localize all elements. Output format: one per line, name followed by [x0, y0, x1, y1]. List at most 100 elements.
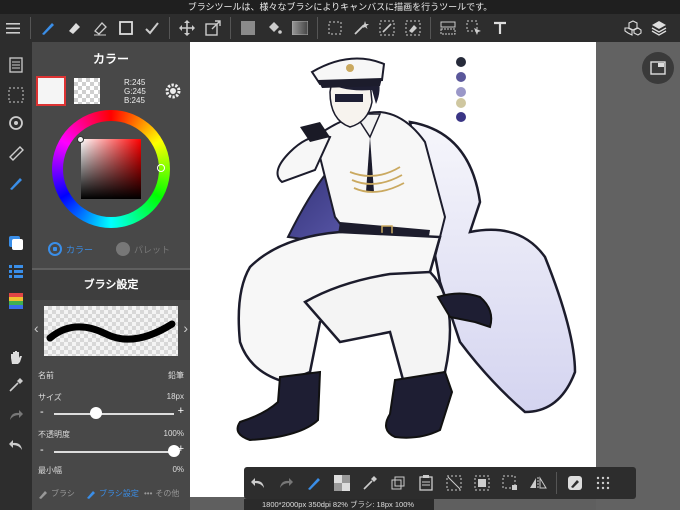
sv-handle[interactable]: [77, 136, 84, 143]
brush-size-value: 18px: [166, 392, 184, 401]
brush-panel-title: ブラシ設定: [32, 270, 190, 300]
gradient-icon[interactable]: [287, 14, 313, 42]
color-settings-gear-icon[interactable]: [164, 82, 182, 100]
grid-menu-icon[interactable]: [589, 467, 617, 499]
stabilizer-icon[interactable]: [0, 170, 32, 196]
clear-selection-icon[interactable]: [440, 467, 468, 499]
fill-color-icon[interactable]: [235, 14, 261, 42]
select-pen-icon[interactable]: [374, 14, 400, 42]
move-icon[interactable]: [174, 14, 200, 42]
primary-color-swatch[interactable]: [36, 76, 66, 106]
magic-wand-icon[interactable]: [348, 14, 374, 42]
bottom-toolbar: [244, 467, 636, 499]
blur-eraser-icon[interactable]: [87, 14, 113, 42]
menu-icon[interactable]: [0, 14, 26, 42]
brush-min-width-value: 0%: [172, 465, 184, 474]
brush-settings-panel: ブラシ設定 ‹ › 名前 鉛筆 サイズ 18px - + 不透明度 100% -…: [32, 270, 190, 510]
hue-ring-handle[interactable]: [157, 164, 165, 172]
text-tool-icon[interactable]: [487, 14, 513, 42]
fill-check-icon[interactable]: [139, 14, 165, 42]
size-plus-button[interactable]: +: [178, 405, 184, 417]
saturation-value-square[interactable]: [81, 139, 141, 199]
material-icon[interactable]: [620, 14, 646, 42]
brush-name-label: 名前: [38, 371, 54, 380]
tab-color-label: カラー: [66, 244, 94, 255]
paste-icon[interactable]: [412, 467, 440, 499]
layer-select-icon[interactable]: [435, 14, 461, 42]
opacity-slider-track[interactable]: [54, 451, 174, 453]
redo-icon[interactable]: [272, 467, 300, 499]
copy-icon[interactable]: [384, 467, 412, 499]
select-arrow-icon[interactable]: [461, 14, 487, 42]
layer-list-icon[interactable]: [0, 258, 32, 284]
tab-brush-settings[interactable]: ブラシ設定: [86, 488, 139, 499]
tab-palette[interactable]: パレット: [116, 242, 170, 256]
right-panel: [596, 42, 680, 510]
brush-stroke-preview[interactable]: [44, 306, 178, 356]
brush-toggle-icon[interactable]: [300, 467, 328, 499]
navigator-icon[interactable]: [642, 52, 674, 84]
flip-icon[interactable]: [524, 467, 552, 499]
tab-brush-label: ブラシ: [51, 489, 75, 498]
size-slider-track[interactable]: [54, 413, 174, 415]
eyedropper-icon[interactable]: [356, 467, 384, 499]
color-panel: カラー R:245 G:245 B:245 カラー パレット: [32, 42, 190, 268]
left-toolbar: [0, 42, 32, 510]
layers-icon[interactable]: [646, 14, 672, 42]
tab-brush-settings-icon: [87, 490, 95, 499]
canvas-edit-icon[interactable]: [561, 467, 589, 499]
rgb-b: B:245: [124, 96, 145, 105]
ruler-icon[interactable]: [0, 140, 32, 166]
select-all-icon[interactable]: [468, 467, 496, 499]
color-tab-icon: [48, 242, 62, 256]
brush-preview-next-icon[interactable]: ›: [183, 320, 188, 336]
hand-icon[interactable]: [0, 344, 32, 370]
select-icon[interactable]: [322, 14, 348, 42]
tab-palette-label: パレット: [134, 244, 171, 255]
brush-size-label: サイズ: [38, 393, 62, 402]
character-illustration: [236, 57, 577, 442]
undo-icon[interactable]: [244, 467, 272, 499]
rotate-icon[interactable]: [0, 110, 32, 136]
tab-brush-icon: [39, 490, 47, 499]
more-dots-icon: •••: [144, 489, 153, 498]
redo-icon[interactable]: [0, 402, 32, 428]
palette-swatch-1[interactable]: [456, 57, 466, 67]
brush-name-value[interactable]: 鉛筆: [168, 370, 184, 381]
brush-icon[interactable]: [35, 14, 61, 42]
drawing-canvas[interactable]: [190, 42, 596, 497]
palette-strip-icon[interactable]: [0, 288, 32, 314]
transparent-color-icon[interactable]: [328, 467, 356, 499]
transform-icon[interactable]: [200, 14, 226, 42]
canvas-info-bar: 1800*2000px 350dpi 82% ブラシ: 18px 100%: [244, 499, 434, 510]
palette-swatch-2[interactable]: [456, 72, 466, 82]
transform-selection-icon[interactable]: [496, 467, 524, 499]
color-picker-icon[interactable]: [0, 230, 32, 256]
tab-brush[interactable]: ブラシ: [38, 488, 75, 499]
select-eraser-icon[interactable]: [400, 14, 426, 42]
size-minus-button[interactable]: -: [40, 406, 44, 418]
palette-swatch-4[interactable]: [456, 98, 466, 108]
size-slider-knob[interactable]: [90, 407, 102, 419]
undo-icon[interactable]: [0, 432, 32, 458]
color-panel-title: カラー: [92, 52, 129, 66]
tab-color[interactable]: カラー: [48, 242, 93, 256]
tab-other[interactable]: ••• その他: [144, 488, 179, 499]
secondary-color-swatch[interactable]: [74, 78, 100, 104]
bucket-icon[interactable]: [261, 14, 287, 42]
palette-swatch-3[interactable]: [456, 87, 466, 97]
opacity-plus-button[interactable]: +: [178, 443, 184, 455]
rgb-readout: R:245 G:245 B:245: [124, 78, 146, 105]
eyedropper-icon[interactable]: [0, 372, 32, 398]
eraser-icon[interactable]: [61, 14, 87, 42]
rgb-g: G:245: [124, 87, 146, 96]
color-wheel[interactable]: [52, 110, 170, 228]
brush-opacity-label: 不透明度: [38, 430, 70, 439]
palette-swatch-5[interactable]: [456, 112, 466, 122]
page-icon[interactable]: [0, 52, 32, 78]
rgb-r: R:245: [124, 78, 146, 87]
opacity-minus-button[interactable]: -: [40, 444, 44, 456]
brush-preview-prev-icon[interactable]: ‹: [34, 320, 39, 336]
selection-icon[interactable]: [0, 82, 32, 108]
rect-shape-icon[interactable]: [113, 14, 139, 42]
